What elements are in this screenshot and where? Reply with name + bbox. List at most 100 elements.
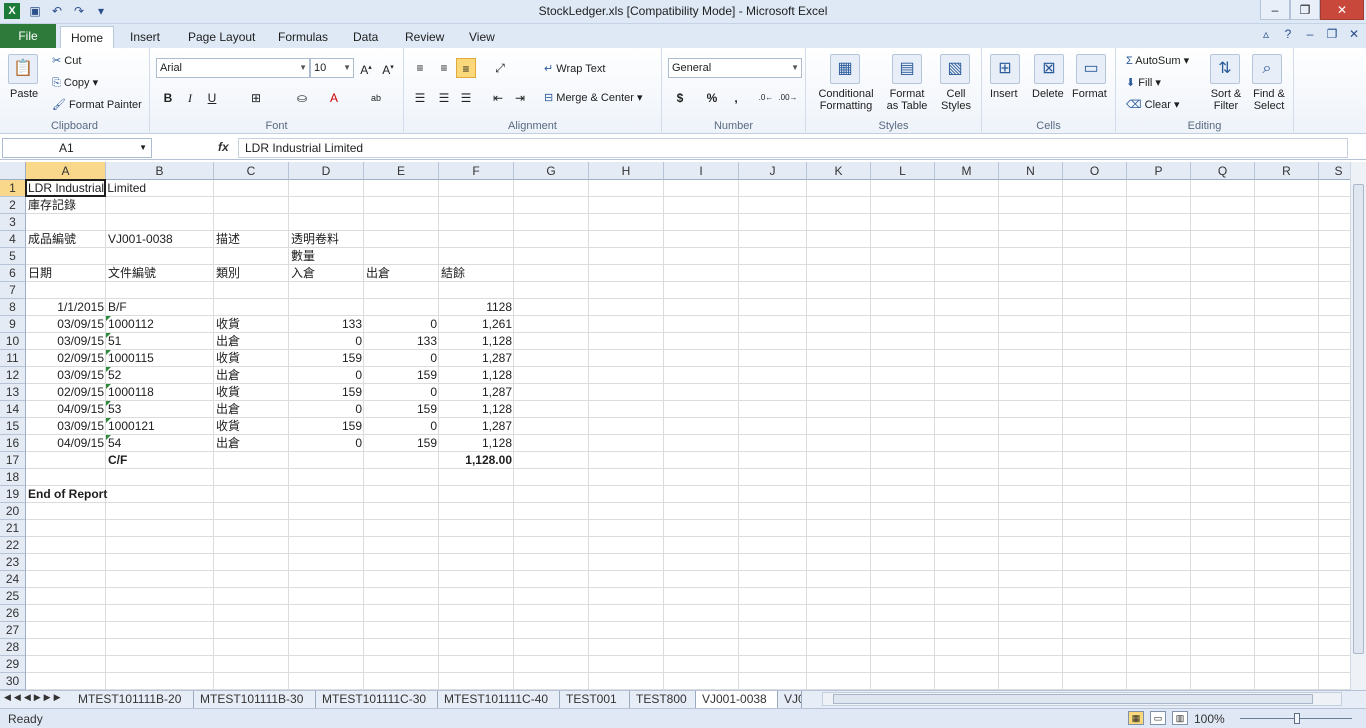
cell-d12[interactable]: 0 xyxy=(289,367,364,384)
delete-cells-button[interactable]: Delete xyxy=(1032,88,1064,100)
paste-icon[interactable]: 📋 xyxy=(8,54,38,84)
cell-a14[interactable]: 04/09/15 xyxy=(26,401,106,418)
row-header-9[interactable]: 9 xyxy=(0,316,26,333)
zoom-level[interactable]: 100% xyxy=(1194,712,1225,726)
select-all-corner[interactable] xyxy=(0,162,26,180)
underline-button[interactable]: U xyxy=(202,88,222,108)
insert-cells-icon[interactable]: ⊞ xyxy=(990,54,1020,84)
column-header-g[interactable]: G xyxy=(514,162,589,180)
align-middle-icon[interactable]: ≡ xyxy=(434,58,454,78)
cell-b15[interactable]: 1000121 xyxy=(106,418,157,435)
cell-f14[interactable]: 1,128 xyxy=(439,401,514,418)
tab-insert[interactable]: Insert xyxy=(120,26,170,48)
row-header-19[interactable]: 19 xyxy=(0,486,26,503)
row-header-16[interactable]: 16 xyxy=(0,435,26,452)
sort-filter-button[interactable]: Sort & Filter xyxy=(1206,88,1246,112)
cell-b13[interactable]: 1000118 xyxy=(106,384,156,401)
cell-a4[interactable]: 成品編號 xyxy=(26,231,78,248)
font-color-icon[interactable]: A xyxy=(324,88,344,108)
find-select-button[interactable]: Find & Select xyxy=(1248,88,1290,112)
cell-a9[interactable]: 03/09/15 xyxy=(26,316,106,333)
row-header-14[interactable]: 14 xyxy=(0,401,26,418)
name-box[interactable]: A1 ▼ xyxy=(2,138,152,158)
align-left-icon[interactable]: ☰ xyxy=(410,88,430,108)
column-header-q[interactable]: Q xyxy=(1191,162,1255,180)
cell-c11[interactable]: 收貨 xyxy=(214,350,242,367)
comma-button[interactable]: , xyxy=(726,88,746,108)
column-header-h[interactable]: H xyxy=(589,162,664,180)
row-header-18[interactable]: 18 xyxy=(0,469,26,486)
cell-d15[interactable]: 159 xyxy=(289,418,364,435)
cell-a13[interactable]: 02/09/15 xyxy=(26,384,106,401)
cell-f8[interactable]: 1128 xyxy=(439,299,514,316)
cell-c16[interactable]: 出倉 xyxy=(214,435,242,452)
cell-b6[interactable]: 文件編號 xyxy=(106,265,158,282)
cell-a12[interactable]: 03/09/15 xyxy=(26,367,106,384)
sheet-tab[interactable]: MTEST101111B-20 xyxy=(72,691,194,708)
align-top-icon[interactable]: ≡ xyxy=(410,58,430,78)
column-header-f[interactable]: F xyxy=(439,162,514,180)
cell-a19[interactable]: End of Report xyxy=(26,486,109,503)
row-header-21[interactable]: 21 xyxy=(0,520,26,537)
format-as-table-button[interactable]: Format as Table xyxy=(882,88,932,112)
number-format-combo[interactable]: General ▼ xyxy=(668,58,802,78)
vertical-scroll-thumb[interactable] xyxy=(1353,184,1364,654)
cell-c10[interactable]: 出倉 xyxy=(214,333,242,350)
cell-a8[interactable]: 1/1/2015 xyxy=(26,299,106,316)
column-header-i[interactable]: I xyxy=(664,162,739,180)
sheet-tab[interactable]: MTEST101111C-40 xyxy=(438,691,560,708)
column-header-p[interactable]: P xyxy=(1127,162,1191,180)
row-header-10[interactable]: 10 xyxy=(0,333,26,350)
tab-page-layout[interactable]: Page Layout xyxy=(178,26,265,48)
conditional-formatting-button[interactable]: Conditional Formatting xyxy=(814,88,878,112)
cell-d13[interactable]: 159 xyxy=(289,384,364,401)
shrink-font-icon[interactable]: A▾ xyxy=(378,58,398,78)
row-header-17[interactable]: 17 xyxy=(0,452,26,469)
cell-styles-button[interactable]: Cell Styles xyxy=(934,88,978,112)
cell-e10[interactable]: 133 xyxy=(364,333,439,350)
row-header-6[interactable]: 6 xyxy=(0,265,26,282)
row-header-27[interactable]: 27 xyxy=(0,622,26,639)
format-as-table-icon[interactable]: ▤ xyxy=(892,54,922,84)
workbook-close-icon[interactable]: ✕ xyxy=(1346,27,1362,41)
workbook-minimize-icon[interactable]: – xyxy=(1302,27,1318,41)
binoculars-icon[interactable]: ⌕ xyxy=(1252,54,1282,84)
column-header-b[interactable]: B xyxy=(106,162,214,180)
format-painter-button[interactable]: 🖌 Format Painter xyxy=(52,98,142,111)
row-header-1[interactable]: 1 xyxy=(0,180,26,197)
row-header-8[interactable]: 8 xyxy=(0,299,26,316)
cell-e16[interactable]: 159 xyxy=(364,435,439,452)
format-cells-icon[interactable]: ▭ xyxy=(1076,54,1106,84)
paste-button[interactable]: Paste xyxy=(10,88,38,100)
column-header-a[interactable]: A xyxy=(26,162,106,180)
cell-b8[interactable]: B/F xyxy=(106,299,129,316)
tab-formulas[interactable]: Formulas xyxy=(268,26,338,48)
increase-decimal-icon[interactable]: .0← xyxy=(756,88,776,108)
sheet-tab[interactable]: MTEST101111C-30 xyxy=(316,691,438,708)
cell-c13[interactable]: 收貨 xyxy=(214,384,242,401)
italic-button[interactable]: I xyxy=(180,88,200,108)
tab-file[interactable]: File xyxy=(0,24,56,48)
clear-button[interactable]: ⌫ Clear ▾ xyxy=(1126,98,1180,111)
align-right-icon[interactable]: ☰ xyxy=(456,88,476,108)
sheet-tab[interactable]: MTEST101111B-30 xyxy=(194,691,316,708)
cell-d10[interactable]: 0 xyxy=(289,333,364,350)
row-header-2[interactable]: 2 xyxy=(0,197,26,214)
cell-a16[interactable]: 04/09/15 xyxy=(26,435,106,452)
cell-e9[interactable]: 0 xyxy=(364,316,439,333)
row-header-22[interactable]: 22 xyxy=(0,537,26,554)
cell-b9[interactable]: 1000112 xyxy=(106,316,156,333)
cell-f13[interactable]: 1,287 xyxy=(439,384,514,401)
column-header-s[interactable]: S xyxy=(1319,162,1350,180)
decrease-indent-icon[interactable]: ⇤ xyxy=(488,88,508,108)
copy-button[interactable]: ⎘ Copy ▾ xyxy=(52,76,98,90)
minimize-ribbon-icon[interactable]: ▵ xyxy=(1258,27,1274,41)
cell-a6[interactable]: 日期 xyxy=(26,265,54,282)
bold-button[interactable]: B xyxy=(158,88,178,108)
phonetic-icon[interactable]: ab xyxy=(366,88,386,108)
column-header-m[interactable]: M xyxy=(935,162,999,180)
cell-f6[interactable]: 結餘 xyxy=(439,265,467,282)
sheet-tab[interactable]: VJ0 xyxy=(778,691,802,708)
cell-c14[interactable]: 出倉 xyxy=(214,401,242,418)
cell-b16[interactable]: 54 xyxy=(106,435,123,452)
